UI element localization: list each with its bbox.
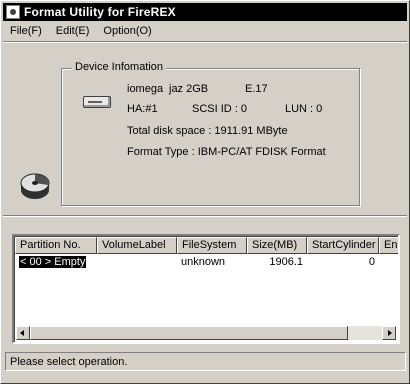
- app-window: Format Utility for FireREX File(F) Edit(…: [0, 0, 410, 384]
- cell-file-system: unknown: [181, 256, 226, 268]
- column-file-system[interactable]: FileSystem: [177, 237, 247, 254]
- cell-partition-text: < 00 > Empty: [17, 255, 88, 269]
- device-model: jaz 2GB: [169, 83, 209, 95]
- scroll-left-icon[interactable]: [16, 326, 30, 340]
- scroll-thumb[interactable]: [30, 326, 348, 340]
- table-row[interactable]: < 00 > Empty unknown 1906.1 0: [15, 255, 398, 270]
- device-info-group: Device Infomation: [61, 61, 360, 206]
- device-scsi-id: SCSI ID : 0: [192, 103, 248, 115]
- menu-option[interactable]: Option(O): [96, 25, 158, 37]
- horizontal-scrollbar[interactable]: [16, 326, 396, 340]
- device-format-type: Format Type : IBM-PC/AT FDISK Format: [127, 146, 326, 158]
- device-lun: LUN : 0: [285, 103, 323, 115]
- column-partition-no[interactable]: Partition No.: [15, 237, 97, 254]
- scroll-right-icon[interactable]: [382, 326, 396, 340]
- menu-edit[interactable]: Edit(E): [49, 25, 97, 37]
- status-text: Please select operation.: [10, 356, 128, 368]
- column-start-cylinder[interactable]: StartCylinder: [307, 237, 379, 254]
- title-bar[interactable]: Format Utility for FireREX: [3, 3, 407, 21]
- column-volume-label[interactable]: VolumeLabel: [97, 237, 177, 254]
- cell-volume-label: [97, 255, 177, 270]
- menu-divider: [3, 41, 407, 43]
- disk-icon: [20, 173, 50, 199]
- device-total-space: Total disk space : 1911.91 MByte: [127, 125, 288, 137]
- partition-list-header: Partition No. VolumeLabel FileSystem Siz…: [15, 237, 398, 254]
- menu-bar: File(F) Edit(E) Option(O): [3, 22, 407, 40]
- menu-file[interactable]: File(F): [3, 25, 49, 37]
- status-bar: Please select operation.: [5, 352, 406, 371]
- partition-list[interactable]: Partition No. VolumeLabel FileSystem Siz…: [12, 234, 400, 344]
- app-icon: [6, 5, 20, 19]
- column-end[interactable]: End: [379, 237, 398, 254]
- cell-size: 1906.1: [269, 256, 303, 268]
- device-info-legend: Device Infomation: [72, 61, 167, 73]
- cell-start-cylinder: 0: [368, 256, 375, 268]
- cell-end: [379, 255, 398, 270]
- device-ha: HA:#1: [127, 103, 158, 115]
- device-vendor: iomega: [127, 83, 164, 95]
- section-divider: [3, 215, 407, 217]
- window-title: Format Utility for FireREX: [24, 5, 176, 19]
- column-size[interactable]: Size(MB): [247, 237, 307, 254]
- drive-icon: [83, 96, 111, 108]
- device-revision: E.17: [245, 83, 268, 95]
- cell-partition: < 00 > Empty: [15, 255, 97, 270]
- scroll-track[interactable]: [30, 326, 382, 340]
